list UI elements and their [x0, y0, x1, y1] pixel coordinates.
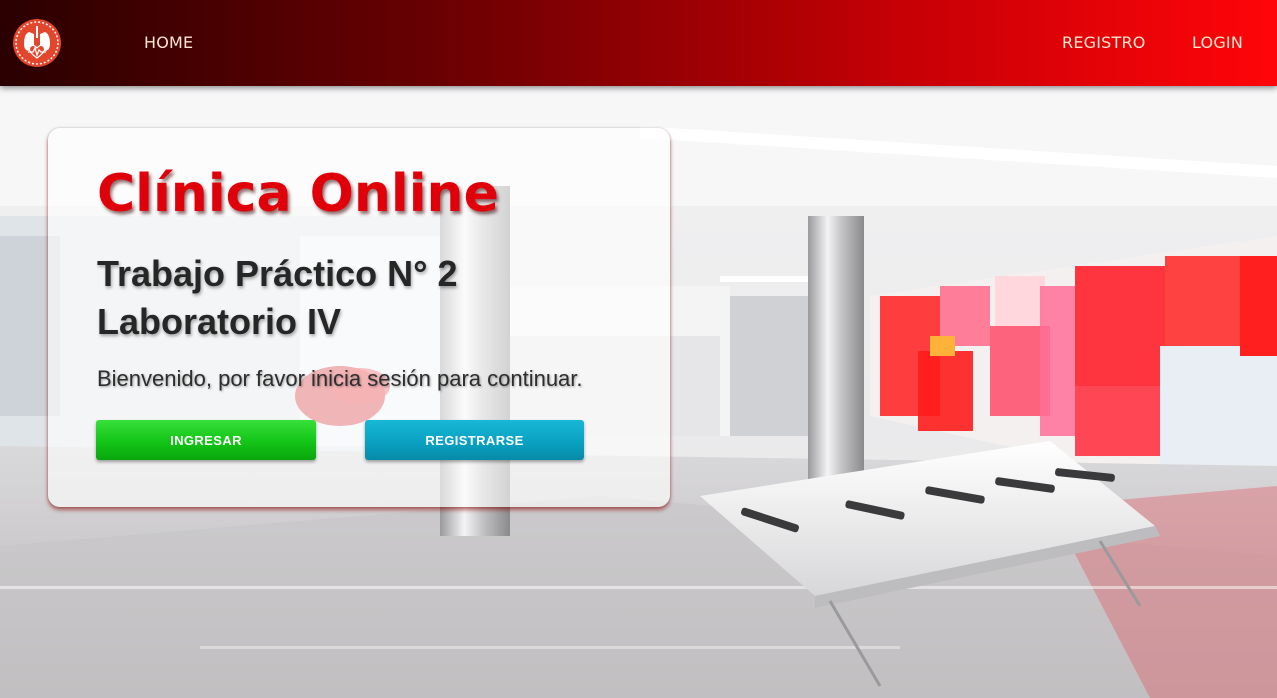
nav-registro-link[interactable]: REGISTRO	[1062, 33, 1146, 52]
top-navbar: HOME REGISTRO LOGIN	[0, 0, 1277, 86]
page-title: Clínica Online	[97, 164, 499, 224]
page-subtitle: Trabajo Práctico N° 2 Laboratorio IV	[97, 250, 458, 346]
landing-page: HOME REGISTRO LOGIN Clínica Online Traba…	[0, 0, 1277, 698]
nav-home-link[interactable]: HOME	[144, 33, 193, 52]
heart-lungs-logo-icon[interactable]	[12, 18, 62, 68]
registrarse-button[interactable]: REGISTRARSE	[365, 420, 584, 460]
ingresar-button[interactable]: INGRESAR	[96, 420, 316, 460]
nav-login-link[interactable]: LOGIN	[1192, 33, 1243, 52]
subtitle-line-assignment: Trabajo Práctico N° 2	[97, 253, 458, 294]
welcome-card: Clínica Online Trabajo Práctico N° 2 Lab…	[48, 128, 670, 507]
welcome-message: Bienvenido, por favor inicia sesión para…	[97, 366, 583, 391]
subtitle-line-course: Laboratorio IV	[97, 301, 342, 342]
